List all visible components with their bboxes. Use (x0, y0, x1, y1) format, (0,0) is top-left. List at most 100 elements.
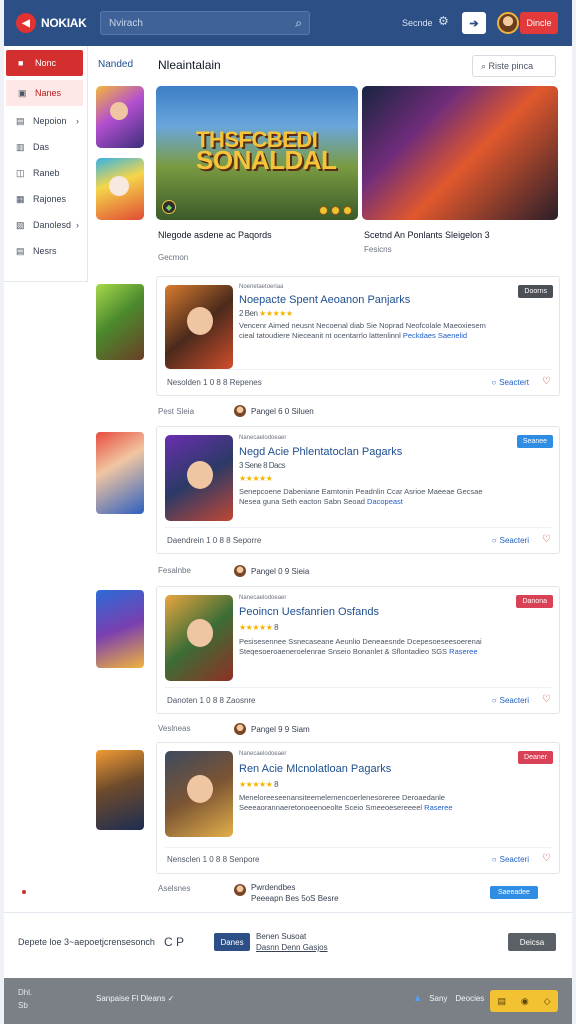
carousel-dots[interactable] (319, 206, 352, 215)
author-row[interactable]: Pangel 9 9 Siam (234, 723, 310, 735)
filter-icon: ⌕ (481, 60, 489, 71)
search-input[interactable]: Nvirach ⌕ (100, 11, 310, 35)
brand-logo[interactable]: ◀ NOKIAK (16, 13, 87, 33)
hero-wordmark-line2: SONALDAL (196, 145, 337, 175)
header-link[interactable]: Secnde (402, 18, 433, 28)
author-detail: Peeeapn Bes 5oS Besre (251, 894, 339, 903)
favorite-heart-icon[interactable]: ♡ (542, 376, 551, 387)
sidebar-item-reviews[interactable]: ▤ Nepoion › (4, 108, 87, 134)
header-cta-button[interactable]: Dincle (520, 12, 558, 34)
game-thumbnail[interactable] (165, 751, 233, 837)
app-frame: ◀ NOKIAK Nvirach ⌕ Secnde ⚙ ➔ Dincle ■ N… (4, 0, 572, 1024)
item-description-link[interactable]: Raseree (424, 803, 452, 812)
list-item[interactable]: Nanecaelodoeaer Peoincn Uesfanrien Osfan… (156, 586, 560, 714)
hero-caption-right[interactable]: Scetnd An Ponlants Sleigelon 3 (364, 230, 490, 240)
settings-gear-icon[interactable]: ⚙ (438, 14, 449, 28)
item-description-link[interactable]: Dacopeast (367, 497, 403, 506)
hero-game-logo: THSFCBEDI SONALDAL (196, 129, 337, 175)
status-badge[interactable]: Danona (516, 595, 553, 608)
favorite-heart-icon[interactable]: ♡ (542, 534, 551, 545)
hero-caption-left[interactable]: Nlegode asdene ac Paqords (158, 230, 272, 240)
sidebar-item-home[interactable]: ■ Nonc (6, 50, 83, 76)
releases-icon: ▦ (16, 193, 25, 204)
item-title[interactable]: Ren Acie Mlcnolatloan Pagarks (239, 763, 391, 775)
item-description-link[interactable]: Peckdaes Saenelid (403, 331, 467, 340)
user-avatar[interactable] (497, 12, 519, 34)
favorite-heart-icon[interactable]: ♡ (542, 694, 551, 705)
sidebar-item-deals[interactable]: ▥ Das (4, 134, 87, 160)
game-thumbnail[interactable] (165, 595, 233, 681)
target-icon[interactable]: ◉ (521, 996, 529, 1007)
author-row[interactable]: Pangel 0 9 Sieia (234, 565, 309, 577)
list-side-thumb[interactable] (96, 590, 144, 668)
list-side-thumb[interactable] (96, 432, 144, 514)
search-action-link[interactable]: ○ Seacteri (492, 696, 529, 705)
strip-info-link[interactable]: Dasnn Denn Gasjos (256, 942, 328, 953)
item-title[interactable]: Noepacte Spent Aeoanon Panjarks (239, 294, 410, 306)
login-button[interactable]: ➔ (462, 12, 486, 34)
footer-action-group[interactable]: ▤ ◉ ◇ (490, 990, 558, 1012)
item-title[interactable]: Negd Acie Phlentatoclan Pagarks (239, 446, 402, 458)
author-text: Pwrdendbes Peeeapn Bes 5oS Besre (251, 882, 339, 904)
menu-icon[interactable]: ▤ (497, 996, 506, 1007)
search-action-link[interactable]: ○ Seacteri (492, 855, 529, 864)
share-label-2[interactable]: Deocies (455, 994, 484, 1003)
share-label[interactable]: Sany (429, 994, 447, 1003)
follow-badge[interactable]: Saeeadee (490, 886, 538, 899)
search-action-link[interactable]: ○ Seactert (491, 378, 529, 387)
strip-primary-button[interactable]: Danes (214, 933, 250, 951)
reviews-icon: ▤ (16, 115, 25, 126)
item-description: Pesisesennee Ssnecaseane Aeunlio Deneaes… (239, 637, 482, 656)
character-face (187, 307, 213, 335)
search-action-link[interactable]: ○ Seacteri (492, 536, 529, 545)
list-side-thumb[interactable] (96, 284, 144, 360)
status-badge[interactable]: Seanee (516, 435, 553, 448)
sidebar-item-rankings[interactable]: ◫ Raneb (4, 160, 87, 186)
status-badge[interactable]: Doorns (518, 285, 553, 298)
favorite-heart-icon[interactable]: ♡ (542, 853, 551, 864)
share-icon[interactable]: ♟ (414, 994, 421, 1003)
carousel-dot[interactable] (343, 206, 352, 215)
strip-secondary-button[interactable]: Deicsa (508, 933, 556, 951)
footer-brand-line1: Dhl. (18, 988, 33, 997)
card-divider (165, 527, 551, 528)
sidebar-item-downloads[interactable]: ▧ Danolesd › (4, 212, 87, 238)
list-item[interactable]: Nanecaelodoeaer Negd Acie Phlentatoclan … (156, 426, 560, 554)
refresh-icon[interactable]: C P (164, 935, 184, 949)
filter-label: Riste pinca (488, 61, 534, 71)
item-byline: Fesalnbe (158, 566, 191, 575)
author-avatar (234, 884, 246, 896)
status-badge[interactable]: Deaner (518, 751, 553, 764)
item-description-link[interactable]: Raseree (449, 647, 477, 656)
diamond-icon[interactable]: ◇ (544, 996, 551, 1007)
author-row[interactable]: Pangel 6 0 Siluen (234, 405, 314, 417)
sidebar-item-releases[interactable]: ▦ Rajones (4, 186, 87, 212)
hero-banner-1[interactable]: THSFCBEDI SONALDAL ◆ (156, 86, 358, 220)
search-icon[interactable]: ⌕ (295, 16, 302, 31)
sidebar-item-label: Raneb (33, 168, 60, 178)
carousel-dot[interactable] (331, 206, 340, 215)
sidebar-item-news[interactable]: ▣ Nanes (6, 80, 83, 106)
item-meta: Nanecaelodoeaer (239, 435, 287, 441)
list-item[interactable]: Nanecaelodoeaer Ren Acie Mlcnolatloan Pa… (156, 742, 560, 874)
list-item[interactable]: Noenetaetoeriaa Noepacte Spent Aeoanon P… (156, 276, 560, 396)
top-navigation-bar: ◀ NOKIAK Nvirach ⌕ Secnde ⚙ ➔ Dincle (4, 0, 572, 46)
item-footer: Danoten 1 0 8 8 Zaosnre (167, 696, 256, 705)
filter-dropdown[interactable]: ⌕ Riste pinca (472, 55, 556, 77)
sidebar-item-label: Nesrs (33, 246, 57, 256)
item-title[interactable]: Peoincn Uesfanrien Osfands (239, 606, 379, 618)
carousel-dot[interactable] (319, 206, 328, 215)
footer-menu[interactable]: Sanpaise Fl Dleans ✓ (96, 994, 174, 1003)
game-thumbnail[interactable] (165, 285, 233, 369)
section-tag[interactable]: Nanded (98, 59, 133, 70)
rating-stars-icon: ★★★★★ (259, 309, 293, 318)
hero-banner-2[interactable] (362, 86, 558, 220)
list-side-thumb[interactable] (96, 750, 144, 830)
featured-thumb-2[interactable] (96, 158, 144, 220)
author-row[interactable]: Pwrdendbes Peeeapn Bes 5oS Besre (234, 882, 339, 904)
sidebar-item-newsletter[interactable]: ▤ Nesrs (4, 238, 87, 264)
game-thumbnail[interactable] (165, 435, 233, 521)
author-avatar (234, 405, 246, 417)
featured-thumb-1[interactable] (96, 86, 144, 148)
footer-share[interactable]: ♟ Sany Deocies (414, 994, 484, 1003)
